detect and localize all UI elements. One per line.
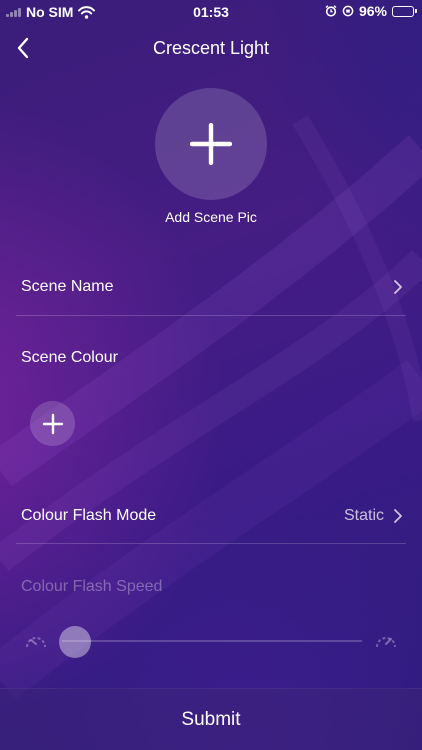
flash-speed-slider-thumb[interactable] xyxy=(59,626,91,658)
battery-icon xyxy=(392,5,417,17)
flash-mode-value: Static xyxy=(343,507,384,524)
scene-name-row[interactable]: Scene Name xyxy=(21,278,114,296)
alarm-icon xyxy=(325,5,337,17)
page-title: Crescent Light xyxy=(152,38,270,58)
chevron-right-icon xyxy=(394,509,402,523)
divider xyxy=(16,543,406,544)
add-colour-button[interactable] xyxy=(30,401,75,446)
chevron-right-icon xyxy=(394,280,402,294)
colour-flash-mode-row[interactable]: Colour Flash Mode xyxy=(21,507,156,525)
plus-icon xyxy=(42,413,63,434)
add-scene-pic-label: Add Scene Pic xyxy=(165,209,257,225)
divider xyxy=(16,315,406,316)
orientation-lock-icon xyxy=(342,5,354,17)
scene-colour-label: Scene Colour xyxy=(21,349,118,366)
add-scene-pic-button[interactable] xyxy=(155,88,267,200)
status-bar: No SIM 01:53 96% xyxy=(0,0,422,24)
flash-speed-slider-track[interactable] xyxy=(62,640,362,642)
speedometer-slow-icon xyxy=(26,637,46,648)
status-right: 96% xyxy=(325,3,417,19)
colour-flash-speed-label: Colour Flash Speed xyxy=(21,578,163,595)
battery-percent: 96% xyxy=(358,3,387,19)
plus-icon xyxy=(190,123,232,165)
submit-button[interactable]: Submit xyxy=(0,688,422,750)
speedometer-fast-icon xyxy=(376,637,396,648)
